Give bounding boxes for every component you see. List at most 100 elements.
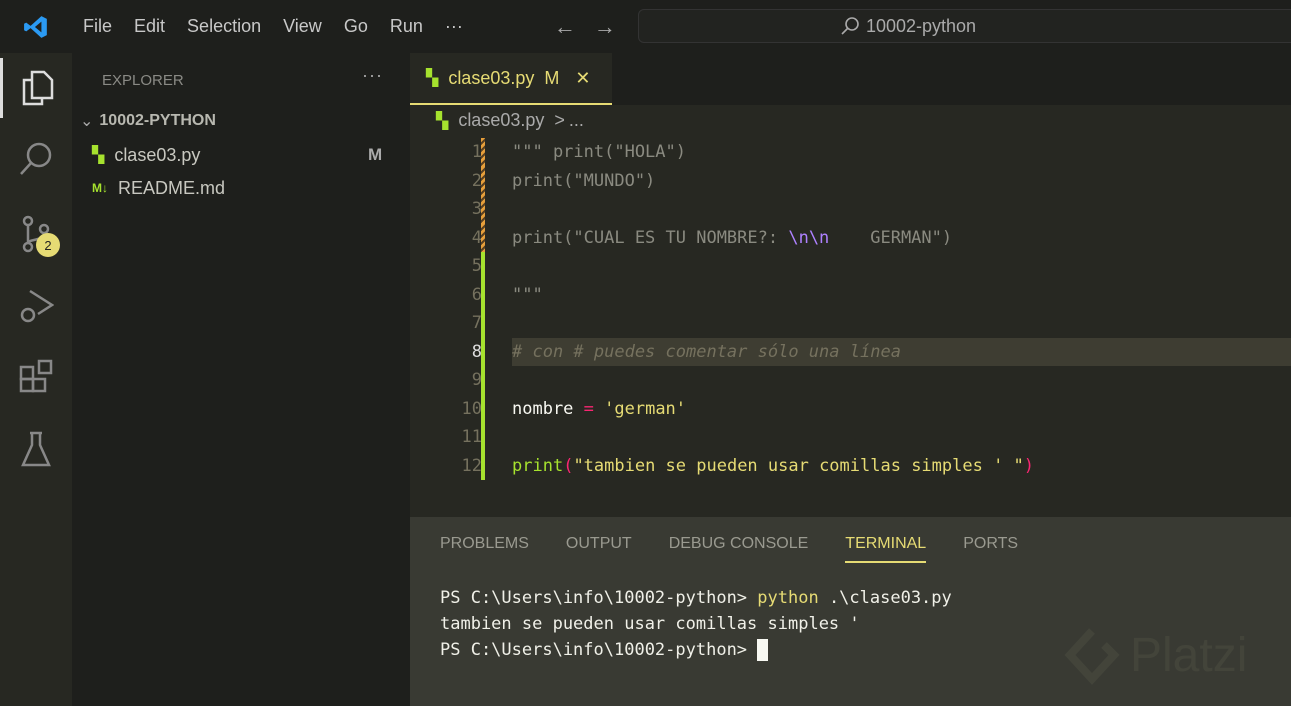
file-label: clase03.py [114, 144, 201, 165]
search-label: 10002-python [865, 15, 977, 36]
forward-arrow-icon[interactable]: → [594, 14, 616, 40]
code-token: GERMAN") [829, 227, 953, 248]
code-line[interactable]: 5 [410, 252, 1291, 281]
gutter-added-indicator[interactable] [481, 309, 485, 338]
code-line[interactable]: 11 [410, 423, 1291, 452]
line-number: 2 [471, 170, 482, 191]
file-readme-md[interactable]: M↓ README.md [92, 173, 410, 203]
breadcrumb-file[interactable]: clase03.py [458, 110, 544, 131]
gutter-added-indicator[interactable] [481, 423, 485, 452]
code-line[interactable]: 2 print("MUNDO") [410, 166, 1291, 195]
vscode-logo-icon [0, 14, 72, 40]
source-control-icon[interactable] [0, 203, 72, 263]
code-token: 'german' [593, 398, 687, 419]
more-actions-icon[interactable]: ··· [362, 65, 383, 86]
code-line[interactable]: 4 print("CUAL ES TU NOMBRE?: \n\n GERMAN"… [410, 223, 1291, 252]
terminal-cursor [757, 639, 769, 661]
tab-terminal[interactable]: TERMINAL [845, 535, 927, 563]
testing-icon[interactable] [0, 419, 72, 479]
menu-more[interactable]: ··· [434, 16, 474, 37]
menu-run[interactable]: Run [379, 16, 434, 37]
code-token: print("MUNDO") [512, 170, 656, 191]
tab-output[interactable]: OUTPUT [566, 535, 632, 563]
title-bar: File Edit Selection View Go Run ··· ← → … [0, 0, 1291, 53]
gutter-added-indicator[interactable] [481, 280, 485, 309]
gutter-added-indicator[interactable] [481, 337, 485, 366]
code-line[interactable]: 3 [410, 195, 1291, 224]
chevron-down-icon: ⌄ [80, 113, 94, 130]
code-line[interactable]: 1 """ print("HOLA") [410, 138, 1291, 167]
python-file-icon: ▚ [436, 112, 449, 130]
terminal[interactable]: PS C:\Users\info\10002-python> python .\… [440, 585, 952, 663]
gutter-modified-indicator[interactable] [481, 223, 485, 252]
line-number: 8 [471, 341, 482, 362]
gutter-added-indicator[interactable] [481, 252, 485, 281]
menu-bar: File Edit Selection View Go Run ··· [72, 16, 474, 37]
python-file-icon: ▚ [426, 70, 439, 87]
file-label: README.md [118, 177, 226, 198]
code-token: print("CUAL ES TU NOMBRE?: [512, 227, 789, 248]
gutter-added-indicator[interactable] [481, 366, 485, 395]
code-line[interactable]: 9 [410, 366, 1291, 395]
menu-go[interactable]: Go [333, 16, 379, 37]
extensions-icon[interactable] [0, 347, 72, 407]
folder-10002-python[interactable]: ⌄ 10002-PYTHON [80, 111, 216, 131]
gutter-modified-indicator[interactable] [481, 138, 485, 167]
line-text: print("tambien se pueden usar comillas s… [512, 452, 1034, 481]
line-number: 1 [471, 142, 482, 162]
gutter-modified-indicator[interactable] [481, 195, 485, 224]
gutter-added-indicator[interactable] [481, 394, 485, 423]
menu-file[interactable]: File [72, 16, 123, 37]
tab-problems[interactable]: PROBLEMS [440, 535, 529, 563]
tab-clase03-py[interactable]: ▚ clase03.py M ✕ [410, 53, 612, 105]
line-number: 10 [461, 398, 482, 419]
line-text: """ print("HOLA") [512, 138, 686, 167]
editor-tabs: ▚ clase03.py M ✕ [410, 53, 1291, 105]
terminal-args: .\clase03.py [818, 588, 952, 608]
line-number: 7 [471, 313, 482, 333]
back-arrow-icon[interactable]: ← [554, 14, 576, 40]
code-line[interactable]: 8 # con # puedes comentar sólo una línea [410, 337, 1291, 366]
scm-badge: 2 [36, 233, 60, 257]
line-number: 12 [461, 455, 482, 476]
line-number: 9 [471, 370, 482, 390]
code-line[interactable]: 6 """ [410, 280, 1291, 309]
folder-label: 10002-PYTHON [99, 112, 216, 129]
code-token: nombre [512, 398, 584, 419]
breadcrumb-separator: > [554, 110, 565, 130]
markdown-file-icon: M↓ [92, 181, 108, 195]
line-number: 4 [471, 227, 482, 248]
search-icon [841, 17, 859, 35]
line-number: 3 [471, 199, 482, 219]
python-file-icon: ▚ [92, 147, 105, 164]
close-icon[interactable]: ✕ [575, 68, 590, 89]
code-line[interactable]: 7 [410, 309, 1291, 338]
line-number: 11 [461, 427, 482, 447]
tab-debug-console[interactable]: DEBUG CONSOLE [669, 535, 809, 563]
breadcrumb-rest[interactable]: ... [569, 110, 584, 131]
tab-label: clase03.py [448, 67, 535, 88]
code-token: "tambien se pueden usar comillas simples… [573, 455, 1024, 476]
gutter-modified-indicator[interactable] [481, 166, 485, 195]
terminal-output: tambien se pueden usar comillas simples … [440, 614, 860, 634]
code-token: print [512, 455, 564, 476]
code-editor[interactable]: 1 """ print("HOLA") 2 print("MUNDO") 3 4 print… [410, 138, 1291, 480]
menu-edit[interactable]: Edit [123, 16, 176, 37]
code-line[interactable]: 10 nombre = 'german' [410, 394, 1291, 423]
tab-modified: M [544, 67, 560, 88]
file-clase03-py[interactable]: ▚ clase03.py M [92, 140, 410, 170]
platzi-watermark: Platzi [1062, 625, 1247, 685]
menu-selection[interactable]: Selection [176, 16, 272, 37]
search-icon[interactable] [0, 130, 72, 190]
explorer-icon[interactable] [0, 58, 72, 118]
line-number: 5 [471, 256, 482, 276]
code-token: = [583, 398, 594, 419]
menu-view[interactable]: View [272, 16, 333, 37]
tab-ports[interactable]: PORTS [963, 535, 1018, 563]
code-line[interactable]: 12 print("tambien se pueden usar comillas… [410, 451, 1291, 481]
command-center-search[interactable]: 10002-python [638, 9, 1291, 43]
breadcrumb: ▚ clase03.py > ... [436, 110, 584, 131]
explorer-sidebar: EXPLORER ··· ⌄ 10002-PYTHON ▚ clase03.py… [72, 53, 410, 706]
run-debug-icon[interactable] [0, 275, 72, 335]
gutter-added-indicator[interactable] [481, 451, 485, 480]
